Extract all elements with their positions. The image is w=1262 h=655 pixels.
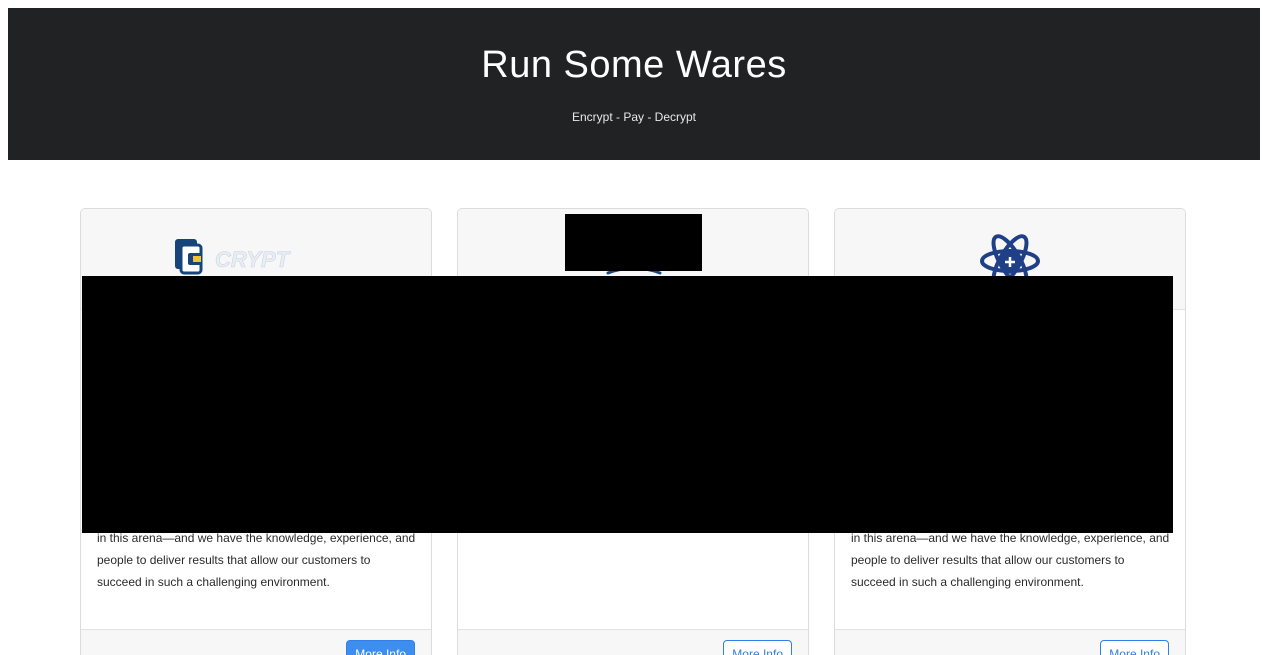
more-info-button[interactable]: More Info <box>723 640 792 655</box>
card-description: in this arena—and we have the knowledge,… <box>851 531 1170 589</box>
site-tagline: Encrypt - Pay - Decrypt <box>571 110 697 124</box>
site-title: Run Some Wares <box>481 44 787 86</box>
svg-text:CRYPT: CRYPT <box>215 247 291 272</box>
page: Run Some Wares Encrypt - Pay - Decrypt C… <box>0 0 1262 655</box>
redaction-block-logo <box>565 214 702 271</box>
hero-banner: Run Some Wares Encrypt - Pay - Decrypt <box>8 8 1260 160</box>
more-info-button[interactable]: More Info <box>346 640 415 655</box>
card-footer: More Info <box>835 629 1185 655</box>
card-footer: More Info <box>458 629 808 655</box>
card-description: in this arena—and we have the knowledge,… <box>97 531 416 589</box>
more-info-button[interactable]: More Info <box>1100 640 1169 655</box>
redaction-block-content <box>82 276 1173 533</box>
card-footer: More Info <box>81 629 431 655</box>
